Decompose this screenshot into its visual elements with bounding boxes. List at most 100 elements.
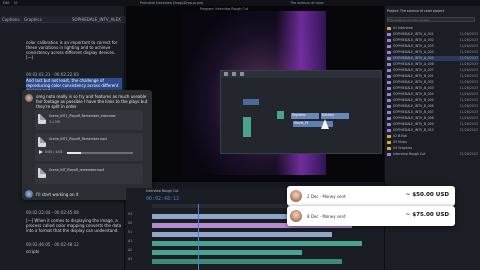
clip-icon: [387, 128, 391, 132]
item-name: SOPHIEDALE_INTV_B_010: [393, 128, 434, 132]
tab-graphics[interactable]: Graphics: [24, 17, 42, 22]
project-clip[interactable]: SOPHIEDALE_INTV_B_003 11/26/2023: [387, 86, 479, 91]
item-date: 11/26/2023: [459, 74, 478, 78]
track-label: V2: [128, 221, 133, 225]
chat-reply: I'll start working on it: [36, 192, 79, 197]
item-date: 11/26/2023: [459, 98, 478, 102]
payment-card[interactable]: 2 Dec · Money sent ~ $50.00 USD: [287, 186, 455, 206]
project-panel: Project: The science of color project 01…: [384, 6, 480, 270]
tab-sequence[interactable]: SOPHIEDALE_INTV_ALEX: [72, 17, 121, 22]
item-date: 11/26/2023: [459, 122, 478, 126]
clip-icon: [387, 104, 391, 108]
item-name: SOPHIEDALE_INTV_B_002: [393, 80, 434, 84]
item-date: 11/26/2023: [459, 110, 478, 114]
project-clip[interactable]: Interview Rough Cut 11/26/2023: [387, 152, 479, 157]
project-clip[interactable]: SOPHIEDALE_INTV_B_005 11/26/2023: [387, 98, 479, 103]
project-folder[interactable]: 04 Graphics: [387, 146, 479, 151]
project-clip[interactable]: SOPHIEDALE_INTV_A_003 11/26/2023: [387, 44, 479, 49]
project-title[interactable]: Project: The science of color project: [387, 9, 444, 13]
audio-clip[interactable]: [152, 241, 362, 246]
file-meta: 3.4 MB: [49, 120, 61, 124]
playhead[interactable]: [198, 204, 199, 270]
item-name: 01 Interview: [393, 26, 413, 30]
item-name: SOPHIEDALE_INTV_B_001: [393, 74, 434, 78]
clip-icon: [387, 38, 391, 42]
timeline-title[interactable]: Interview Rough Cut: [146, 189, 178, 193]
folder-icon: [387, 26, 391, 30]
file-name[interactable]: Scene_INT1_Playoff_Remember_Interview: [49, 114, 137, 118]
clip-icon: [387, 152, 391, 156]
payment-amount: ~ $50.00 USD: [405, 192, 449, 198]
project-clip[interactable]: SOPHIEDALE_INTV_B_004 11/26/2023: [387, 92, 479, 97]
search-input[interactable]: [387, 17, 475, 22]
project-clip[interactable]: SOPHIEDALE_INTV_A_001 11/26/2023: [387, 32, 479, 37]
item-date: 11/26/2023: [459, 50, 478, 54]
menu-ui[interactable]: Ui: [14, 1, 17, 5]
clip-icon: [387, 44, 391, 48]
chat-popup: omg noto really is so try and features a…: [22, 90, 152, 200]
clip-icon: [387, 122, 391, 126]
item-name: SOPHIEDALE_INTV_B_008: [393, 116, 434, 120]
project-clip[interactable]: SOPHIEDALE_INTV_A_005 11/26/2023: [387, 56, 479, 61]
clip-icon: [387, 74, 391, 78]
project-clip[interactable]: SOPHIEDALE_INTV_B_006 11/26/2023: [387, 104, 479, 109]
project-clip[interactable]: SOPHIEDALE_INTV_B_002 11/26/2023: [387, 80, 479, 85]
track-tool-icon[interactable]: [232, 72, 236, 76]
track-label: V1: [128, 230, 133, 234]
audio-clip[interactable]: [152, 250, 302, 255]
menu-edit[interactable]: Edit: [3, 1, 10, 5]
item-name: 02 B-Roll: [393, 134, 408, 138]
project-clip[interactable]: SOPHIEDALE_INTV_B_007 11/26/2023: [387, 110, 479, 115]
attachment-file[interactable]: Scene_INT1_Playoff_Remember_Interview 3.…: [35, 110, 143, 130]
project-clip[interactable]: SOPHIEDALE_INTV_A_006 11/26/2023: [387, 62, 479, 67]
attachment-file[interactable]: Scene_INT_Playoff_remember.mp4: [35, 164, 143, 184]
razor-tool-icon[interactable]: [240, 72, 244, 76]
transcript-tabs: Captions Graphics SOPHIEDALE_INTV_ALEX: [0, 16, 125, 23]
audio-clip[interactable]: [152, 259, 342, 264]
project-clip[interactable]: SOPHIEDALE_INTV_A_004 11/26/2023: [387, 50, 479, 55]
clip-icon: [387, 116, 391, 120]
project-folder[interactable]: 01 Interview: [387, 26, 479, 31]
project-clip[interactable]: SOPHIEDALE_INTV_A_002 11/26/2023: [387, 38, 479, 43]
project-clip[interactable]: SOPHIEDALE_INTV_A_007 11/26/2023: [387, 68, 479, 73]
project-folder[interactable]: 02 B-Roll: [387, 134, 479, 139]
item-date: 11/26/2023: [459, 56, 478, 60]
select-tool-icon[interactable]: [224, 72, 228, 76]
timeline-clip[interactable]: Skytrees: [291, 113, 319, 119]
item-date: 11/26/2023: [459, 80, 478, 84]
tab-captions[interactable]: Captions: [2, 17, 20, 22]
project-clip[interactable]: SOPHIEDALE_INTV_B_010 11/26/2023: [387, 128, 479, 133]
avatar[interactable]: [25, 94, 33, 102]
file-name[interactable]: Scene_INT1_Playoff_Remember.mp4: [49, 137, 137, 141]
item-name: SOPHIEDALE_INTV_B_005: [393, 98, 434, 102]
item-name: SOPHIEDALE_INTV_B_006: [393, 104, 434, 108]
timeline-clip[interactable]: [243, 99, 259, 105]
project-clip[interactable]: SOPHIEDALE_INTV_B_001 11/26/2023: [387, 74, 479, 79]
file-name[interactable]: Scene_INT_Playoff_remember.mp4: [49, 168, 137, 172]
project-folder[interactable]: 03 Music: [387, 140, 479, 145]
project-clip[interactable]: SOPHIEDALE_INTV_B_008 11/26/2023: [387, 116, 479, 121]
timeline-timecode[interactable]: 00:02:48:12: [146, 196, 179, 202]
item-name: SOPHIEDALE_INTV_A_005: [393, 56, 434, 60]
clip-icon: [387, 98, 391, 102]
item-date: 11/26/2023: [459, 86, 478, 90]
item-date: 11/26/2023: [459, 152, 478, 156]
payment-card[interactable]: 8 Dec · Money sent ~ $75.00 USD: [287, 206, 455, 226]
clip-thumb[interactable]: [277, 111, 284, 119]
file-icon: [38, 137, 46, 147]
transcript-segment[interactable]: scripts: [26, 249, 122, 254]
item-name: SOPHIEDALE_INTV_A_006: [393, 62, 434, 66]
item-name: SOPHIEDALE_INTV_A_001: [393, 32, 434, 36]
avatar[interactable]: [25, 190, 33, 198]
transcript-segment[interactable]: color calibration is an important to cor…: [26, 40, 122, 60]
attachment-file[interactable]: Scene_INT1_Playoff_Remember.mp4 0:00 / 1…: [35, 133, 143, 161]
transcript-segment[interactable]: [—] When it comes to displaying the imag…: [26, 218, 122, 233]
video-clip[interactable]: [152, 232, 332, 237]
folder-icon: [387, 140, 391, 144]
clip-icon: [387, 92, 391, 96]
folder-icon: [387, 134, 391, 138]
play-icon[interactable]: [39, 150, 43, 154]
item-name: SOPHIEDALE_INTV_A_002: [393, 38, 434, 42]
segment-timecode: 00:02:01:21 - 00:02:22:03: [26, 72, 79, 77]
project-clip[interactable]: SOPHIEDALE_INTV_B_009 11/26/2023: [387, 122, 479, 127]
